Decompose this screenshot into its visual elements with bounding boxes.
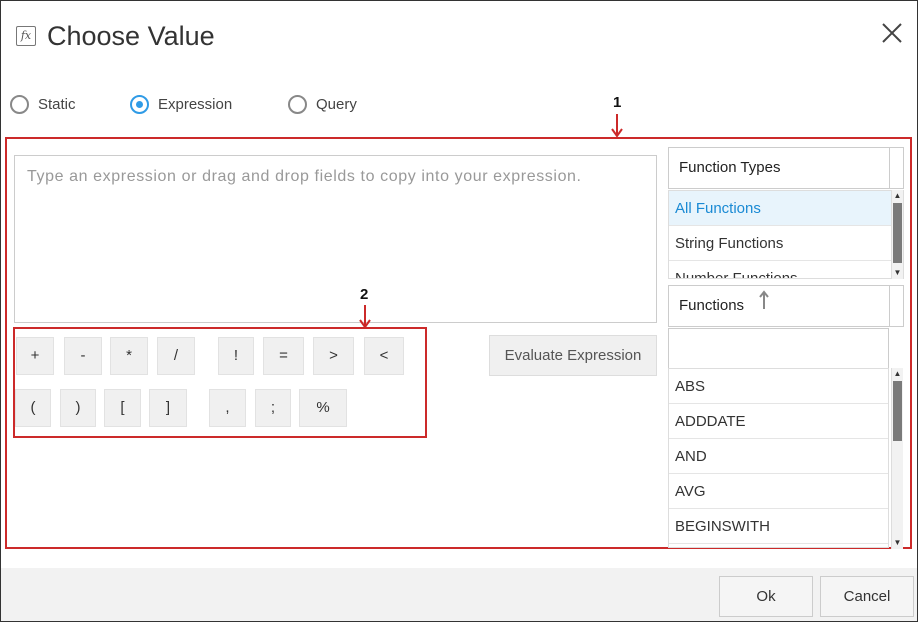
radio-query[interactable]: Query bbox=[288, 89, 357, 119]
function-types-title: Function Types bbox=[679, 159, 781, 176]
function-types-list: All Functions String Functions Number Fu… bbox=[668, 190, 904, 279]
radio-circle[interactable] bbox=[10, 94, 29, 114]
function-item[interactable]: BEGINSWITH bbox=[669, 509, 888, 544]
operator-divide-button[interactable]: / bbox=[157, 337, 195, 375]
sort-ascending-icon[interactable] bbox=[758, 286, 770, 326]
operator-greater-button[interactable]: > bbox=[313, 337, 354, 375]
radio-circle-checked[interactable] bbox=[130, 94, 149, 114]
operator-less-button[interactable]: < bbox=[364, 337, 404, 375]
callout-arrow-icon bbox=[611, 114, 623, 138]
radio-circle[interactable] bbox=[288, 94, 307, 114]
operator-plus-button[interactable]: + bbox=[16, 337, 54, 375]
callout-number-2: 2 bbox=[360, 286, 369, 303]
functions-title: Functions bbox=[679, 297, 745, 314]
operator-minus-button[interactable]: - bbox=[64, 337, 102, 375]
ok-button[interactable]: Ok bbox=[719, 576, 813, 617]
scroll-thumb[interactable] bbox=[893, 203, 902, 263]
evaluate-expression-button[interactable]: Evaluate Expression bbox=[489, 335, 657, 376]
operator-equals-button[interactable]: = bbox=[263, 337, 304, 375]
callout-number-1: 1 bbox=[613, 94, 622, 111]
dialog-footer: Ok Cancel bbox=[1, 568, 917, 621]
scroll-thumb[interactable] bbox=[893, 381, 902, 441]
functions-search-input[interactable] bbox=[668, 328, 889, 369]
operator-open-paren-button[interactable]: ( bbox=[15, 389, 51, 427]
scroll-down-icon[interactable]: ▼ bbox=[892, 267, 903, 278]
cancel-button[interactable]: Cancel bbox=[820, 576, 914, 617]
scroll-up-icon[interactable]: ▲ bbox=[892, 368, 903, 379]
header-divider bbox=[889, 286, 890, 326]
choose-value-dialog: fx Choose Value Static Expression Query … bbox=[0, 0, 918, 622]
operator-not-button[interactable]: ! bbox=[218, 337, 254, 375]
functions-scrollbar[interactable]: ▲ ▼ bbox=[891, 368, 903, 549]
radio-label: Expression bbox=[158, 95, 233, 113]
operator-comma-button[interactable]: , bbox=[209, 389, 246, 427]
function-item[interactable]: AVG bbox=[669, 474, 888, 509]
operator-close-paren-button[interactable]: ) bbox=[60, 389, 96, 427]
expression-input[interactable] bbox=[14, 155, 657, 323]
operator-percent-button[interactable]: % bbox=[299, 389, 347, 427]
dialog-header: fx Choose Value bbox=[1, 1, 917, 71]
header-divider bbox=[889, 148, 890, 188]
dialog-title: Choose Value bbox=[47, 21, 215, 51]
function-type-item[interactable]: Number Functions bbox=[669, 261, 891, 278]
function-item[interactable]: ADDDATE bbox=[669, 404, 888, 439]
close-icon[interactable] bbox=[878, 19, 906, 47]
function-type-item[interactable]: String Functions bbox=[669, 226, 891, 261]
function-types-scrollbar[interactable]: ▲ ▼ bbox=[891, 190, 903, 279]
functions-header: Functions bbox=[668, 285, 904, 327]
operator-semicolon-button[interactable]: ; bbox=[255, 389, 291, 427]
radio-static[interactable]: Static bbox=[10, 89, 76, 119]
scroll-up-icon[interactable]: ▲ bbox=[892, 190, 903, 201]
function-types-header: Function Types bbox=[668, 147, 904, 189]
radio-label: Static bbox=[38, 95, 76, 113]
mode-radio-group: Static Expression Query bbox=[1, 89, 917, 119]
radio-expression[interactable]: Expression bbox=[130, 89, 232, 119]
function-item[interactable]: AND bbox=[669, 439, 888, 474]
function-item[interactable]: ABS bbox=[669, 369, 888, 404]
fx-icon: fx bbox=[16, 26, 36, 46]
function-type-item[interactable]: All Functions bbox=[669, 191, 891, 226]
functions-list: ABS ADDDATE AND AVG BEGINSWITH bbox=[668, 368, 889, 548]
operator-open-bracket-button[interactable]: [ bbox=[104, 389, 141, 427]
operator-multiply-button[interactable]: * bbox=[110, 337, 148, 375]
scroll-down-icon[interactable]: ▼ bbox=[892, 537, 903, 548]
radio-label: Query bbox=[316, 95, 357, 113]
operator-close-bracket-button[interactable]: ] bbox=[149, 389, 187, 427]
